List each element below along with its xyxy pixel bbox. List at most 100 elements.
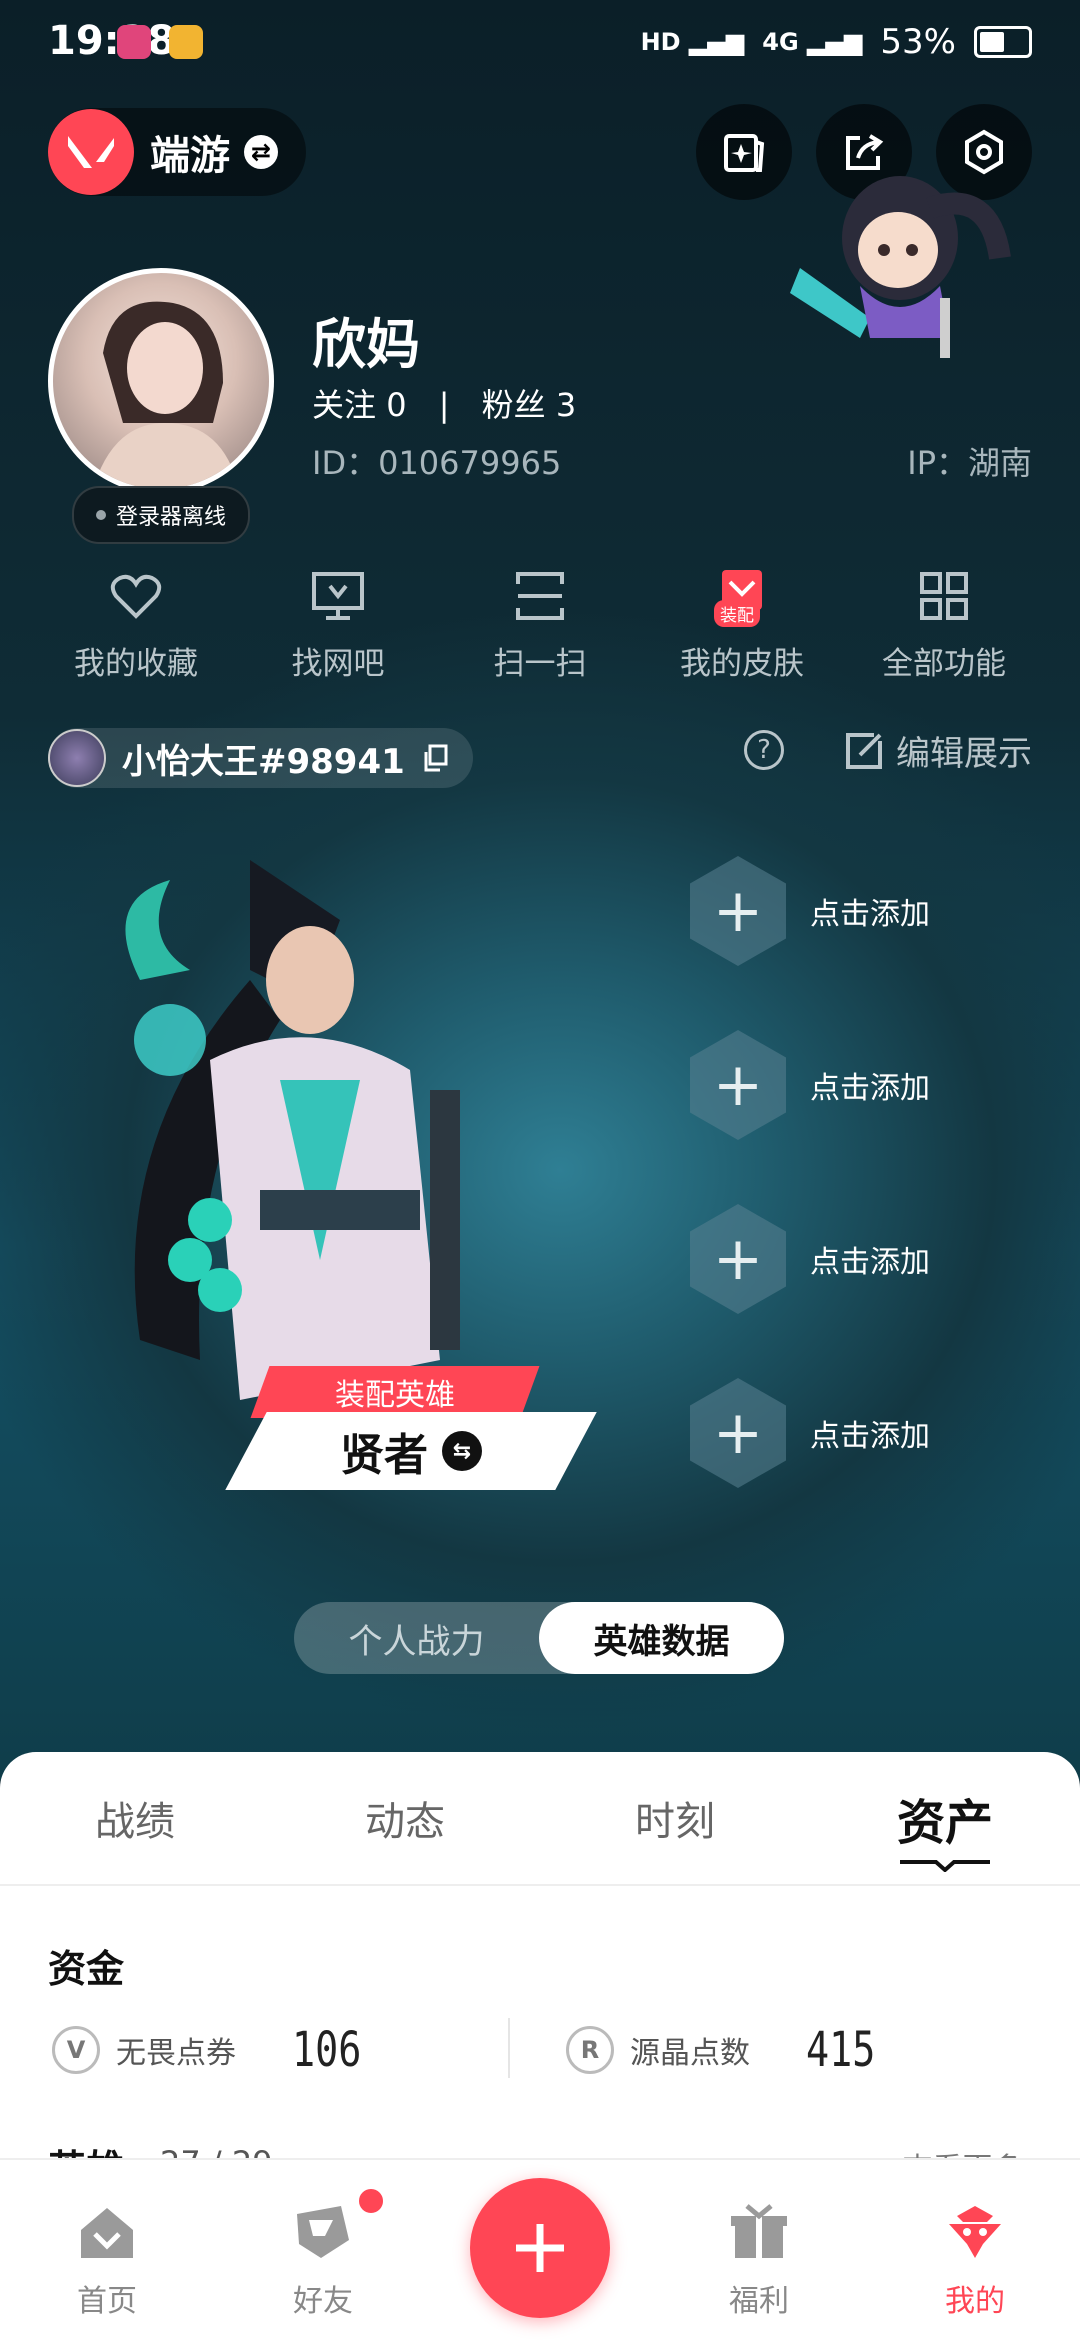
equip-tag: 装配 [714,600,760,627]
stats-separator: | [438,386,450,424]
valorant-points-icon: V [52,2026,100,2074]
edit-icon [846,732,882,769]
tab-assets-label: 资产 [896,1795,993,1851]
follow-stats: 关注 0 | 粉丝 3 [312,380,576,426]
plus-icon: + [690,1030,786,1140]
following-count[interactable]: 0 [386,386,406,424]
quick-action-label: 找网吧 [291,646,385,682]
toggle-hero-data[interactable]: 英雄数据 [539,1602,784,1674]
account-avatar [48,729,106,787]
quick-action-scan[interactable]: 扫一扫 [432,566,648,683]
user-id: ID：010679965 [312,444,562,482]
add-slot[interactable]: + 点击添加 [690,1378,990,1488]
heart-icon [106,566,166,626]
tab-feed[interactable]: 动态 [270,1752,540,1884]
ip-location: IP：湖南 [907,444,1032,482]
hero-name: 贤者 [340,1430,428,1481]
add-slot[interactable]: + 点击添加 [690,1204,990,1314]
help-icon[interactable]: ? [744,730,784,770]
vp-value: 106 [292,2022,362,2078]
quick-action-netcafe[interactable]: 找网吧 [230,566,446,683]
fans-count[interactable]: 3 [556,386,576,424]
nav-label: 首页 [77,2284,137,2319]
battery-icon [974,26,1032,58]
switch-hero-icon[interactable]: ⇆ [442,1431,482,1471]
nav-label: 我的 [945,2284,1005,2319]
edit-showcase-label: 编辑展示 [896,734,1032,774]
battery-percent: 53% [880,22,956,62]
skin-icon: 装配 [712,566,772,627]
add-slot[interactable]: + 点击添加 [690,1030,990,1140]
game-switch[interactable]: 端游 ⇄ [48,108,306,196]
radianite-points-row: R 源晶点数 415 [566,2010,893,2090]
launcher-status-badge: 登录器离线 [72,486,251,544]
copy-icon[interactable] [421,743,451,773]
status-text: 登录器离线 [116,505,227,530]
app-notification-icon [116,25,151,59]
home-icon [81,2208,133,2258]
account-name: 小怡大王#98941 [122,741,405,782]
friends-icon [297,2206,349,2258]
add-slot-label: 点击添加 [810,897,930,932]
sparkle-card-icon [724,134,765,172]
create-post-button[interactable] [470,2178,610,2318]
signal-icon: 4G ▂▄▆ [762,28,863,56]
active-tab-indicator [900,1860,990,1872]
signal-icon: HD ▂▄▆ [640,28,745,56]
quick-action-skins[interactable]: 装配 我的皮肤 [634,566,850,683]
quick-action-label: 扫一扫 [493,646,587,682]
toggle-personal-power[interactable]: 个人战力 [294,1602,539,1674]
following-label[interactable]: 关注 [312,386,376,424]
plus-icon: + [690,1378,786,1488]
app-notification-icon [168,25,203,59]
nav-friends[interactable]: 好友 [248,2200,398,2320]
fans-label[interactable]: 粉丝 [482,386,546,424]
equip-hero-tag: 装配英雄 [250,1366,540,1418]
add-slot-label: 点击添加 [810,1245,930,1280]
hero-name-banner[interactable]: 贤者 ⇆ [225,1412,597,1490]
rp-value: 415 [806,2022,876,2078]
radianite-points-icon: R [566,2026,614,2074]
content-tabs: 战绩 动态 时刻 资产 [0,1752,1080,1886]
quick-action-all[interactable]: 全部功能 [836,566,1052,683]
nav-home[interactable]: 首页 [32,2200,182,2320]
valorant-logo-icon [48,109,134,195]
tab-assets[interactable]: 资产 [810,1752,1080,1884]
quick-action-label: 我的收藏 [74,646,198,682]
user-avatar[interactable] [48,268,274,494]
ai-card-button[interactable] [696,104,792,200]
plus-icon: + [690,856,786,966]
data-view-toggle[interactable]: 个人战力 英雄数据 [294,1602,784,1674]
add-slot-label: 点击添加 [810,1071,930,1106]
rp-label: 源晶点数 [630,2036,750,2071]
nav-me[interactable]: 我的 [900,2200,1050,2320]
status-icons: HD ▂▄▆ 4G ▂▄▆ 53% [116,22,1032,62]
funds-divider [508,2018,510,2078]
user-name: 欣妈 [312,313,420,376]
status-dot-icon [96,510,106,520]
tab-record[interactable]: 战绩 [0,1752,270,1884]
valorant-points-row: V 无畏点券 106 [52,2010,379,2090]
friends-notification-dot [356,2186,386,2216]
game-account-chip[interactable]: 小怡大王#98941 [48,728,473,788]
scan-icon [510,566,570,626]
edit-showcase-button[interactable]: 编辑展示 [844,726,1032,775]
tab-moments[interactable]: 时刻 [540,1752,810,1884]
add-slot-label: 点击添加 [810,1419,930,1454]
nav-welfare[interactable]: 福利 [684,2200,834,2320]
chibi-mascot-image [790,176,1011,358]
gift-icon [731,2204,787,2258]
quick-action-label: 全部功能 [882,646,1006,682]
swap-icon: ⇄ [244,135,278,169]
avatar-photo [93,301,239,489]
plus-icon [516,2224,564,2272]
quick-action-label: 我的皮肤 [680,646,804,682]
quick-action-favorites[interactable]: 我的收藏 [28,566,244,683]
grid-icon [914,566,974,626]
nav-label: 福利 [729,2284,789,2319]
profile-icon [949,2206,1001,2258]
add-slot[interactable]: + 点击添加 [690,856,990,966]
monitor-icon [308,566,368,626]
vp-label: 无畏点券 [116,2036,236,2071]
funds-title: 资金 [48,1947,125,1991]
